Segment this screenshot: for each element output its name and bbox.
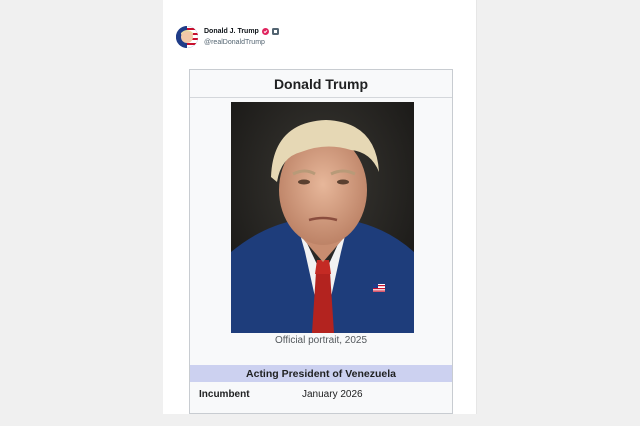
row-value: January 2026: [302, 389, 363, 400]
image-caption: Official portrait, 2025: [274, 335, 368, 346]
official-portrait-image: [231, 102, 414, 333]
wikipedia-infobox: Donald Trump Official portrait, 2025 Act…: [189, 69, 453, 414]
post-header: Donald J. Trump @realDonaldTrump: [176, 26, 436, 56]
avatar[interactable]: [176, 26, 198, 48]
government-badge-icon: [271, 28, 279, 35]
office-header[interactable]: Acting President of Venezuela: [190, 365, 452, 382]
author-name-row: Donald J. Trump: [204, 28, 279, 35]
verified-badge-icon: [261, 28, 269, 35]
author-handle[interactable]: @realDonaldTrump: [204, 39, 265, 46]
social-post: Donald J. Trump @realDonaldTrump Donald …: [163, 0, 477, 414]
infobox-title: Donald Trump: [190, 70, 452, 98]
author-name[interactable]: Donald J. Trump: [204, 28, 259, 35]
infobox-row-incumbent: Incumbent January 2026: [190, 383, 452, 407]
row-label: Incumbent: [199, 389, 250, 400]
